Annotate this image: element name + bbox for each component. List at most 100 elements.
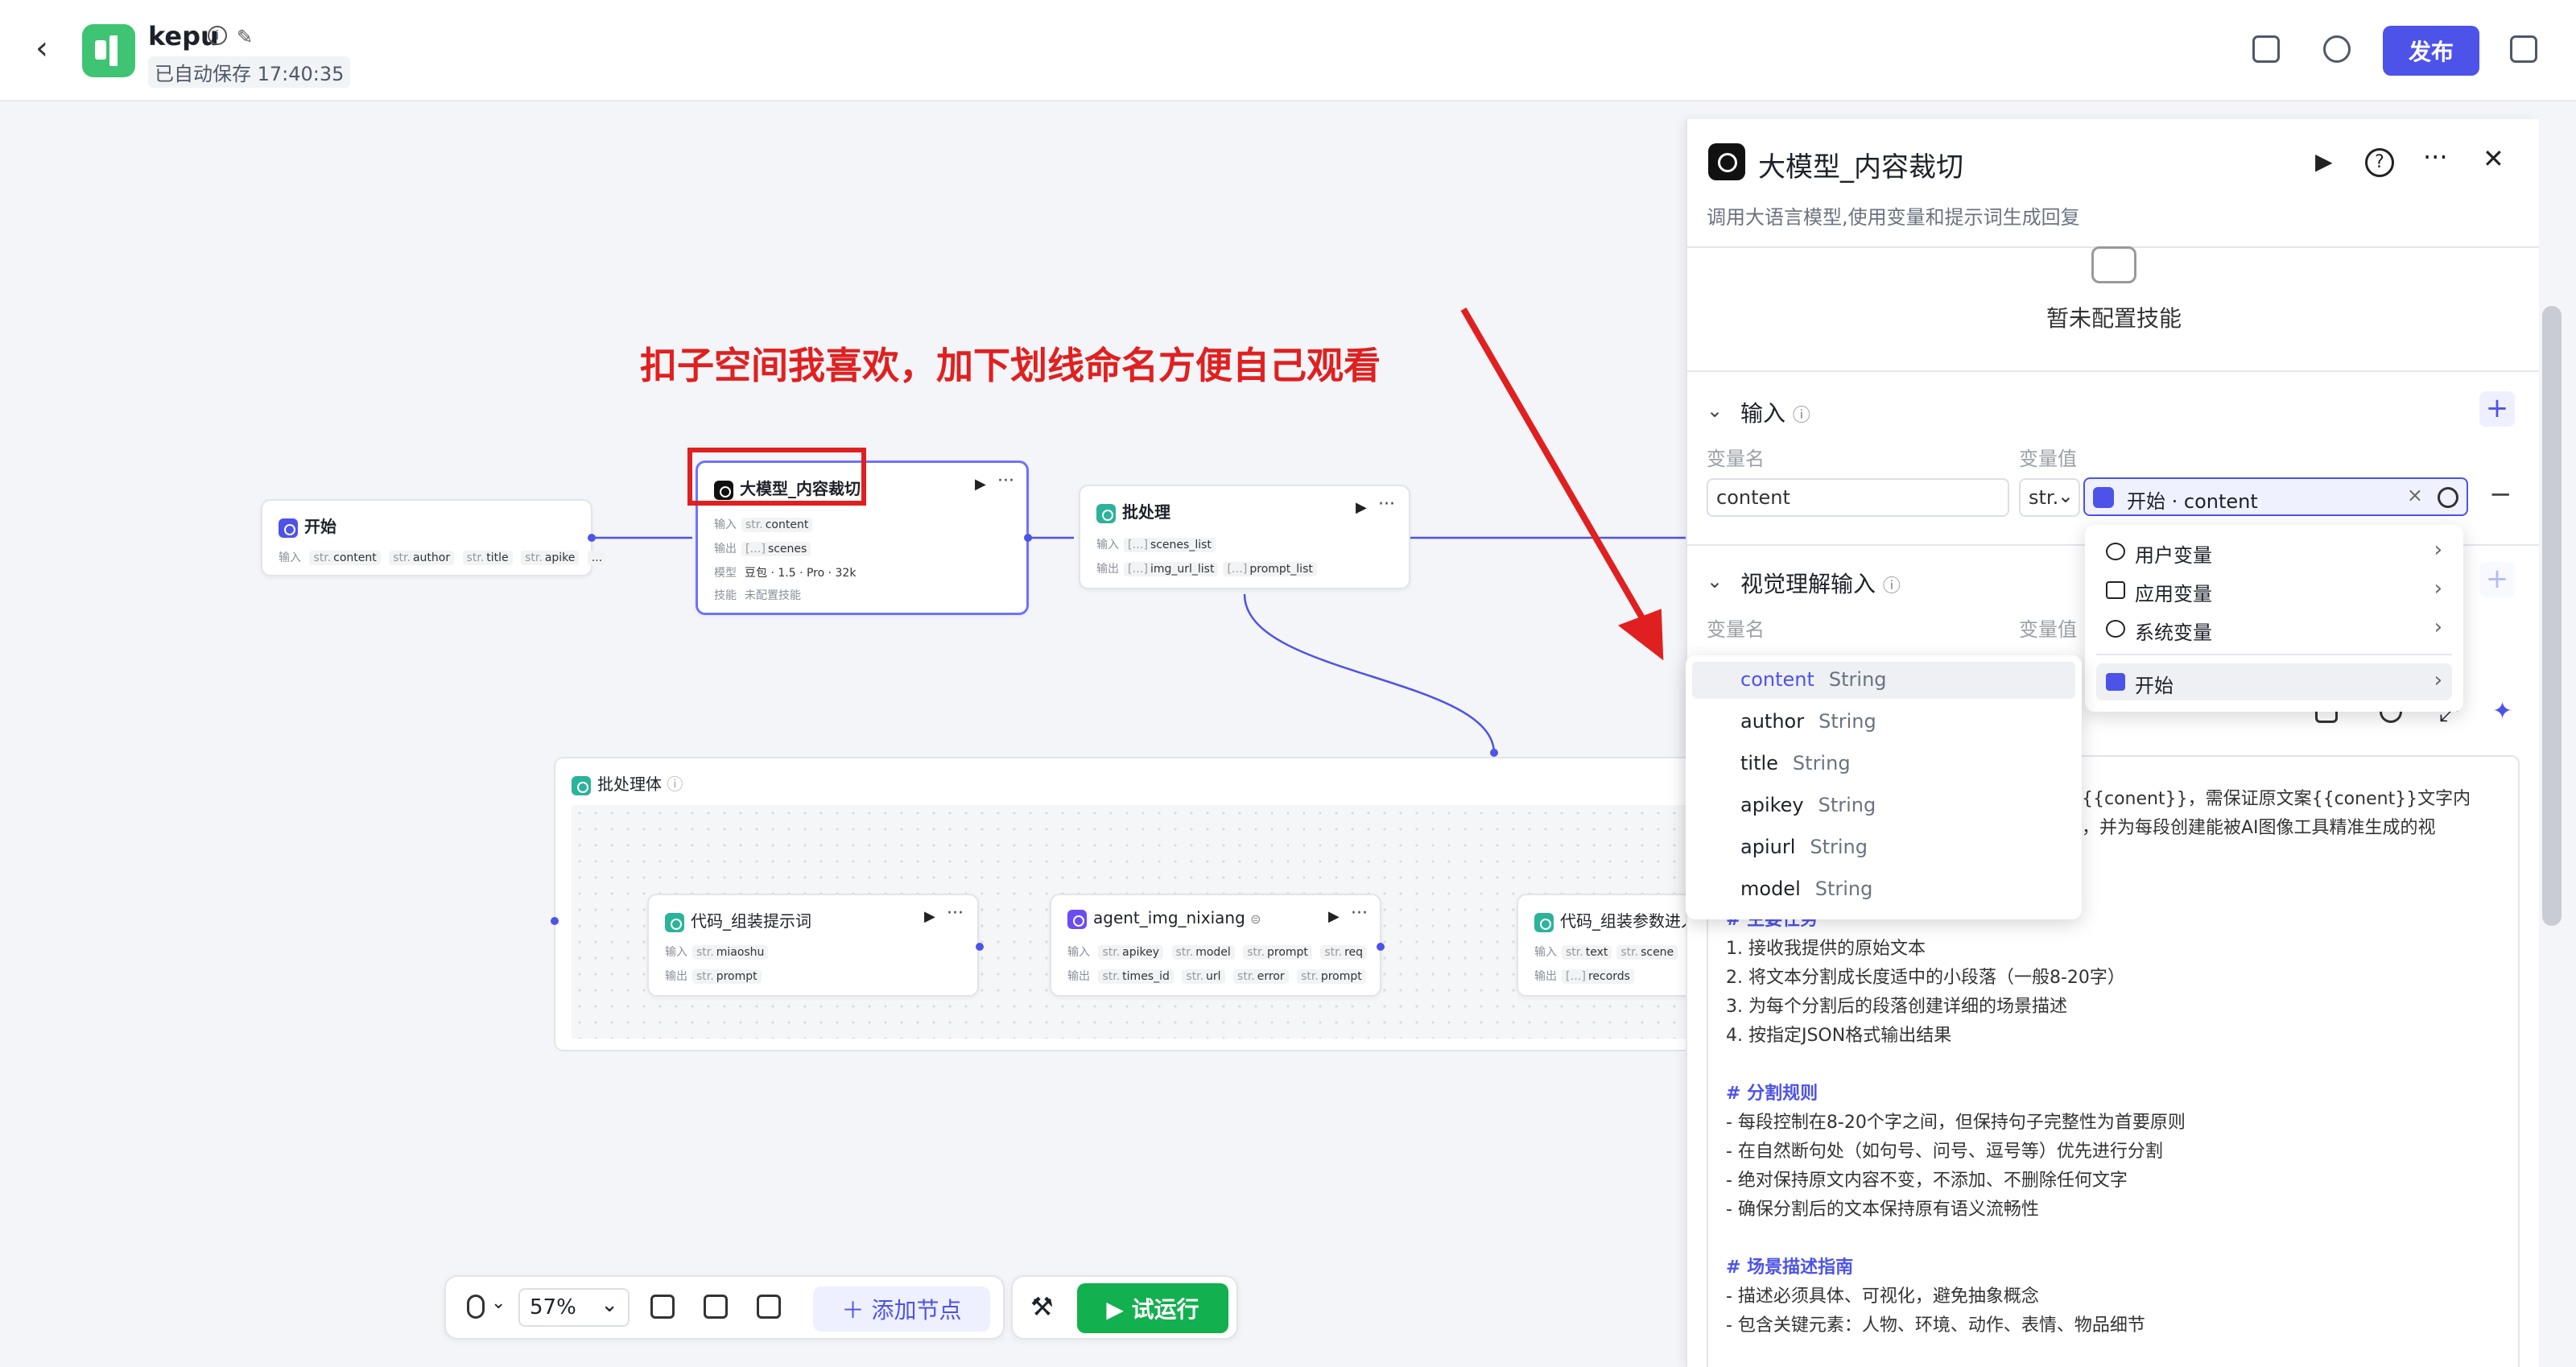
field-item-model[interactable]: model String bbox=[1692, 871, 2075, 908]
wrench-icon[interactable]: ⚒ bbox=[1030, 1291, 1054, 1322]
node-code-prompt-more-icon[interactable]: ··· bbox=[947, 903, 964, 923]
panel-divider-2 bbox=[1687, 370, 2539, 372]
panel-llm-icon bbox=[1708, 143, 1745, 180]
field-item-apikey[interactable]: apikey String bbox=[1692, 787, 2075, 824]
port-start-out[interactable] bbox=[588, 534, 596, 542]
canvas-toolbar: ⌄ 57% ⌄ ＋ 添加节点 bbox=[444, 1275, 1005, 1340]
folder-icon bbox=[2106, 581, 2125, 599]
help-icon[interactable]: ? bbox=[2365, 148, 2394, 177]
var-type-select[interactable]: str. ⌄ bbox=[2019, 478, 2080, 517]
start-icon bbox=[279, 518, 298, 538]
history-icon[interactable] bbox=[2323, 35, 2351, 63]
node-batch-input: 输入 […] scenes_list bbox=[1096, 536, 1216, 552]
node-code-prompt[interactable]: 代码_组装提示词 ▶ ··· 输入 str. miaoshu 输出 str. promp… bbox=[647, 894, 979, 997]
batch-body-title: 批处理体 ⓘ bbox=[572, 771, 683, 795]
node-agent-run-icon[interactable]: ▶ bbox=[1328, 908, 1340, 925]
type-chevron-icon: ⌄ bbox=[2057, 485, 2074, 507]
comment-icon[interactable] bbox=[650, 1295, 675, 1319]
vision-section-title: 视觉理解输入 ⓘ bbox=[1740, 571, 1901, 597]
prompt-heading: # 分割规则 bbox=[1726, 1084, 1818, 1104]
prompt-line: - 每段控制在8-20个字之间，但保持句子完整性为首要原则 bbox=[1726, 1113, 2186, 1133]
vision-collapse-chevron-icon[interactable]: ⌄ bbox=[1707, 570, 1723, 593]
publish-button[interactable]: 发布 bbox=[2383, 26, 2479, 76]
node-code-params-inputs: 输入 str. text str. scene bbox=[1534, 944, 1678, 960]
dd-item-start[interactable]: 开始 › bbox=[2096, 663, 2452, 700]
play-icon: ▶ bbox=[1106, 1296, 1132, 1323]
node-start-inputs: 输入 str. content str. author str. title str.… bbox=[279, 549, 607, 565]
port-group-in[interactable] bbox=[551, 917, 559, 925]
remove-input-icon[interactable]: − bbox=[2489, 478, 2512, 510]
start-ref-icon bbox=[2093, 487, 2114, 508]
field-item-apiurl[interactable]: apiurl String bbox=[1692, 829, 2075, 866]
chevron-right-icon: › bbox=[2434, 668, 2442, 692]
mouse-mode-chevron-icon[interactable]: ⌄ bbox=[491, 1293, 506, 1313]
field-item-author[interactable]: author String bbox=[1692, 704, 2075, 741]
var-name-label: 变量名 bbox=[1707, 448, 1765, 470]
panel-scrollbar-thumb[interactable] bbox=[2542, 306, 2562, 926]
node-llm-run-icon[interactable]: ▶ bbox=[975, 476, 986, 493]
port-llm-out[interactable] bbox=[1024, 534, 1032, 542]
minimap-icon[interactable] bbox=[757, 1295, 781, 1319]
node-batch-more-icon[interactable]: ··· bbox=[1378, 494, 1395, 514]
copy-icon[interactable] bbox=[2252, 35, 2280, 63]
panel-more-icon[interactable]: ··· bbox=[2423, 142, 2448, 172]
test-run-button[interactable]: ▶ 试运行 bbox=[1077, 1283, 1228, 1333]
node-agent-more-icon[interactable]: ··· bbox=[1351, 903, 1368, 923]
dd-item-user-vars[interactable]: 用户变量 › bbox=[2096, 533, 2452, 570]
user-icon bbox=[2106, 543, 2125, 560]
node-code-params-title: 代码_组装参数进入 bbox=[1534, 908, 1697, 932]
var-source-dropdown: 用户变量 › 应用变量 › 系统变量 › 开始 › bbox=[2085, 525, 2463, 712]
node-code-prompt-run-icon[interactable]: ▶ bbox=[924, 908, 935, 925]
grid-layout-icon[interactable] bbox=[704, 1295, 728, 1319]
edge-connectors bbox=[555, 307, 1686, 948]
node-agent-inputs: 输入 str. apikey str. model str. prompt str. r… bbox=[1067, 944, 1368, 960]
edge-batch-body bbox=[1243, 593, 1496, 754]
chevron-right-icon: › bbox=[2434, 538, 2442, 562]
vision-var-value-label: 变量值 bbox=[2019, 618, 2077, 641]
plus-icon: ＋ bbox=[841, 1297, 872, 1324]
annotation-text: 扣子空间我喜欢，加下划线命名方便自己观看 bbox=[640, 344, 1381, 387]
duplicate-icon[interactable] bbox=[2510, 35, 2537, 63]
add-node-button[interactable]: ＋ 添加节点 bbox=[813, 1286, 990, 1332]
dd-item-system-vars[interactable]: 系统变量 › bbox=[2096, 610, 2452, 647]
dd-divider bbox=[2096, 654, 2452, 655]
var-ref-selector[interactable]: 开始 · content × bbox=[2083, 477, 2468, 516]
empty-skill-icon bbox=[2091, 246, 2136, 283]
node-agent-outputs: 输出 str. times_id str. url str. error str. pr… bbox=[1067, 968, 1366, 984]
field-item-content[interactable]: content String bbox=[1692, 662, 2075, 699]
arrow-left-head bbox=[1617, 609, 1664, 661]
node-start[interactable]: 开始 输入 str. content str. author str. title s… bbox=[261, 499, 607, 576]
node-agent[interactable]: agent_img_nixiang ⊜ ▶ ··· 输入 str. apikey … bbox=[1050, 894, 1381, 997]
zoom-select[interactable]: 57% ⌄ bbox=[518, 1288, 630, 1327]
node-llm-input: 输入 str. content bbox=[714, 516, 813, 532]
prompt-line: 1. 接收我提供的原始文本 bbox=[1726, 939, 1926, 959]
ai-sparkle-icon[interactable]: ✦ bbox=[2492, 697, 2512, 725]
add-vision-input-button[interactable]: + bbox=[2479, 562, 2515, 597]
var-name-input[interactable]: content bbox=[1707, 478, 2009, 517]
annotation-red-box bbox=[687, 448, 866, 506]
node-batch-run-icon[interactable]: ▶ bbox=[1356, 499, 1367, 516]
port-code1-out[interactable] bbox=[976, 943, 984, 951]
node-code-prompt-output: 输出 str. prompt bbox=[665, 968, 762, 984]
ref-picker-icon[interactable] bbox=[2438, 487, 2458, 508]
dd-item-app-vars[interactable]: 应用变量 › bbox=[2096, 572, 2452, 609]
node-batch[interactable]: 批处理 ▶ ··· 输入 […] scenes_list 输出 […] img_url_… bbox=[1079, 485, 1410, 589]
mouse-mode-icon[interactable] bbox=[467, 1295, 485, 1319]
chevron-right-icon: › bbox=[2434, 576, 2442, 601]
clear-ref-icon[interactable]: × bbox=[2407, 484, 2423, 506]
port-agent-out[interactable] bbox=[1377, 943, 1385, 951]
panel-run-icon[interactable]: ▶ bbox=[2315, 148, 2333, 175]
agent-icon bbox=[1067, 909, 1087, 929]
add-input-button[interactable]: + bbox=[2479, 391, 2515, 427]
prompt-line: - 包含关键元素：人物、环境、动作、表情、物品细节 bbox=[1726, 1315, 2145, 1336]
arrow-left-line bbox=[1460, 307, 1650, 629]
port-batch-body[interactable] bbox=[1490, 749, 1498, 757]
panel-close-icon[interactable]: ✕ bbox=[2483, 143, 2504, 174]
prompt-line: - 绝对保持原文内容不变，不添加、不删除任何文字 bbox=[1726, 1171, 2128, 1191]
node-llm-more-icon[interactable]: ··· bbox=[997, 471, 1014, 491]
input-collapse-chevron-icon[interactable]: ⌄ bbox=[1707, 399, 1723, 422]
field-item-title[interactable]: title String bbox=[1692, 745, 2075, 783]
panel-title[interactable]: 大模型_内容裁切 bbox=[1758, 145, 1963, 184]
node-code-params-output: 输出 […] records bbox=[1534, 968, 1634, 984]
node-code-prompt-title: 代码_组装提示词 bbox=[665, 908, 811, 932]
